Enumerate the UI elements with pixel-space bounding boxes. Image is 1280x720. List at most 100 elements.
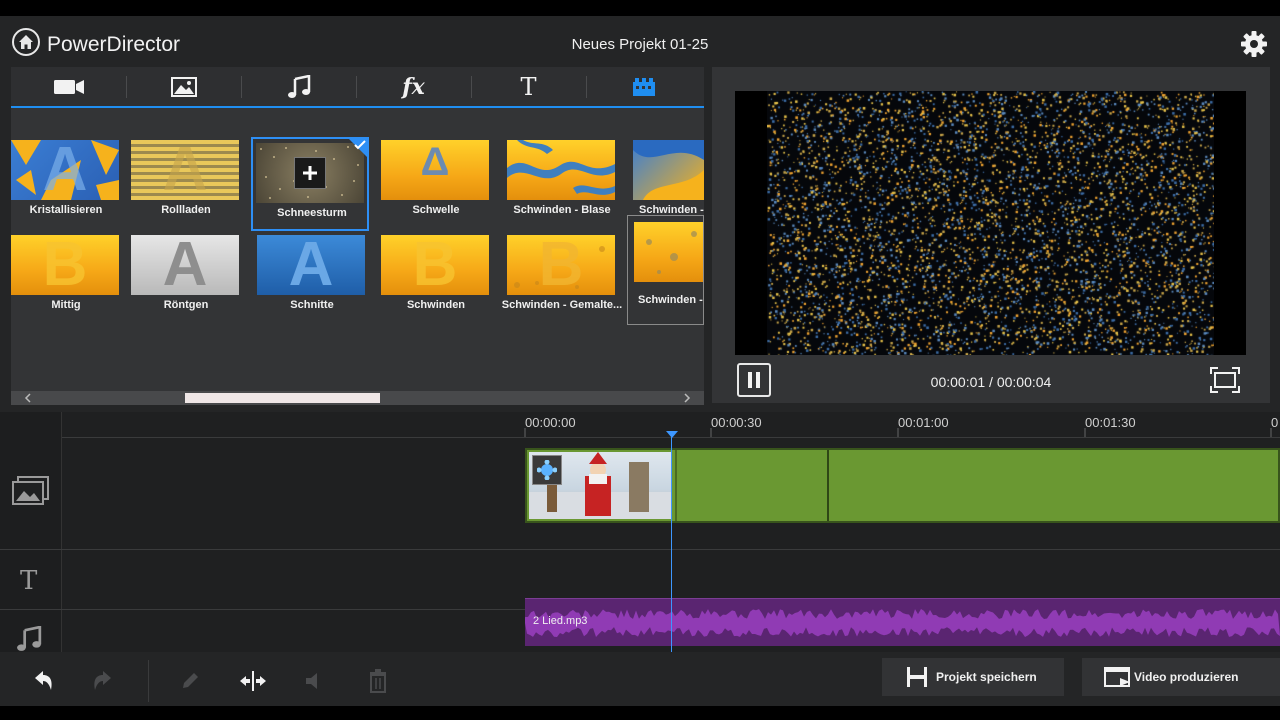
redo-icon — [94, 671, 111, 690]
audio-clip-name: 2 Lied.mp3 — [533, 615, 588, 627]
transition-thumbnail: A — [131, 140, 239, 200]
video-clip[interactable] — [525, 448, 1280, 523]
chevron-right-icon[interactable] — [682, 393, 692, 403]
transition-label: Kristallisieren — [29, 204, 103, 216]
volume-button[interactable] — [300, 666, 330, 696]
transition-thumbnail: B — [381, 235, 489, 295]
transition-tile-schwinden-partial[interactable]: Schwinden - — [629, 134, 704, 228]
title-track-icon: T — [20, 566, 38, 596]
library-scrollbar[interactable] — [11, 391, 704, 405]
produce-video-icon — [1104, 667, 1130, 687]
transition-thumbnail: B — [11, 235, 119, 295]
gear-icon — [1241, 31, 1267, 57]
transition-tile-mittig[interactable]: B Mittig — [7, 229, 125, 323]
fullscreen-icon — [1210, 367, 1240, 393]
transition-thumbnail — [634, 222, 703, 282]
transition-badge-icon — [537, 460, 557, 480]
transition-thumbnail: B — [507, 235, 615, 295]
library-tabs: fx T — [11, 67, 704, 108]
video-track — [0, 438, 1280, 550]
timeline: 00:00:00 00:00:30 00:01:00 00:01:30 0 T … — [0, 412, 1280, 652]
bottom-toolbar: Projekt speichern Video produzieren — [0, 656, 1280, 706]
transition-label: Schwinden - Blase — [513, 204, 611, 216]
transition-label: Schwinden — [406, 299, 466, 311]
playhead-handle[interactable] — [666, 431, 678, 438]
tab-music[interactable] — [241, 67, 356, 106]
image-track-icon — [12, 476, 49, 505]
transition-tile-schwinden-partial-2[interactable]: Schwinden - \ — [627, 215, 704, 325]
preview-panel: 00:00:01 / 00:00:04 — [712, 67, 1270, 403]
save-project-button[interactable]: Projekt speichern — [882, 658, 1064, 696]
transition-thumbnail: A — [11, 140, 119, 200]
fx-icon: fx — [402, 73, 425, 100]
split-icon — [240, 671, 266, 691]
preview-frame — [767, 91, 1214, 355]
playhead[interactable] — [671, 432, 672, 652]
save-project-label: Projekt speichern — [936, 670, 1037, 684]
transition-tile-roentgen[interactable]: A Röntgen — [127, 229, 245, 323]
tab-transitions[interactable] — [586, 67, 701, 106]
transition-thumbnail — [507, 140, 615, 200]
split-button[interactable] — [238, 666, 268, 696]
transition-tile-rollladen[interactable]: A Rollladen — [127, 134, 245, 228]
transition-badge[interactable] — [532, 455, 562, 485]
playback-time: 00:00:01 / 00:00:04 — [930, 374, 1052, 390]
audio-waveform — [525, 609, 1280, 637]
transition-tile-schwinden[interactable]: B Schwinden — [377, 229, 495, 323]
clip-thumbnail — [529, 452, 672, 519]
music-track-icon — [17, 626, 42, 651]
transition-label: Schwinden - \ — [638, 294, 704, 306]
produce-video-button[interactable]: Video produzieren — [1082, 658, 1280, 696]
speaker-icon — [306, 673, 317, 689]
project-title: Neues Projekt 01-25 — [571, 36, 709, 53]
title-bar: PowerDirector Neues Projekt 01-25 — [0, 16, 1280, 66]
transition-icon — [632, 77, 655, 96]
undo-icon — [35, 671, 52, 690]
add-button[interactable] — [294, 157, 326, 189]
tab-video[interactable] — [11, 67, 126, 106]
clip-boundary — [827, 450, 829, 521]
transition-tile-schwelle[interactable]: Δ Schwelle — [377, 134, 495, 228]
transition-tile-schneesturm[interactable]: Schneesturm — [251, 137, 369, 231]
image-icon — [170, 76, 197, 97]
scrollbar-thumb[interactable] — [185, 393, 380, 403]
tab-image[interactable] — [126, 67, 241, 106]
waveform-path — [525, 609, 1280, 637]
clip-boundary — [675, 450, 677, 521]
transition-label: Rollladen — [161, 204, 211, 216]
produce-video-label: Video produzieren — [1134, 670, 1239, 684]
title-text-icon: T — [520, 72, 537, 101]
fullscreen-button[interactable] — [1210, 367, 1240, 393]
toolbar-divider — [148, 660, 149, 702]
transition-tile-schwinden-blase[interactable]: Schwinden - Blase — [503, 134, 621, 228]
transition-tile-kristallisieren[interactable]: A Kristallisieren — [7, 134, 125, 228]
transition-library-panel: fx T A Kristallisieren A Rollladen Schne… — [11, 67, 704, 405]
transition-label: Schnitte — [290, 299, 334, 311]
checkmark-icon — [354, 140, 366, 150]
music-note-icon — [287, 74, 310, 98]
edit-button[interactable] — [175, 666, 205, 696]
tab-title[interactable]: T — [471, 67, 586, 106]
trash-icon — [370, 669, 386, 693]
audio-clip[interactable]: 2 Lied.mp3 — [525, 598, 1280, 646]
transition-label: Schwelle — [412, 204, 460, 216]
settings-button[interactable] — [1240, 30, 1268, 58]
transition-thumbnail: A — [257, 235, 365, 295]
transition-label: Schneesturm — [277, 207, 347, 219]
video-camera-icon — [53, 79, 84, 94]
plus-icon — [303, 166, 317, 180]
transition-label: Röntgen — [163, 299, 209, 311]
transition-label: Mittig — [51, 299, 81, 311]
undo-button[interactable] — [28, 666, 58, 696]
powerdirector-window: PowerDirector Neues Projekt 01-25 fx T A… — [0, 16, 1280, 706]
preview-screen — [735, 91, 1246, 355]
transition-tile-schwinden-gemalte[interactable]: B Schwinden - Gemalte... — [502, 229, 622, 323]
transition-thumbnail: Δ — [381, 140, 489, 200]
transition-tile-schnitte[interactable]: A Schnitte — [253, 229, 371, 323]
delete-button[interactable] — [363, 666, 393, 696]
tab-fx[interactable]: fx — [356, 67, 471, 106]
redo-button[interactable] — [88, 666, 118, 696]
chevron-left-icon[interactable] — [23, 393, 33, 403]
save-icon — [907, 667, 927, 687]
pencil-icon — [183, 673, 198, 688]
